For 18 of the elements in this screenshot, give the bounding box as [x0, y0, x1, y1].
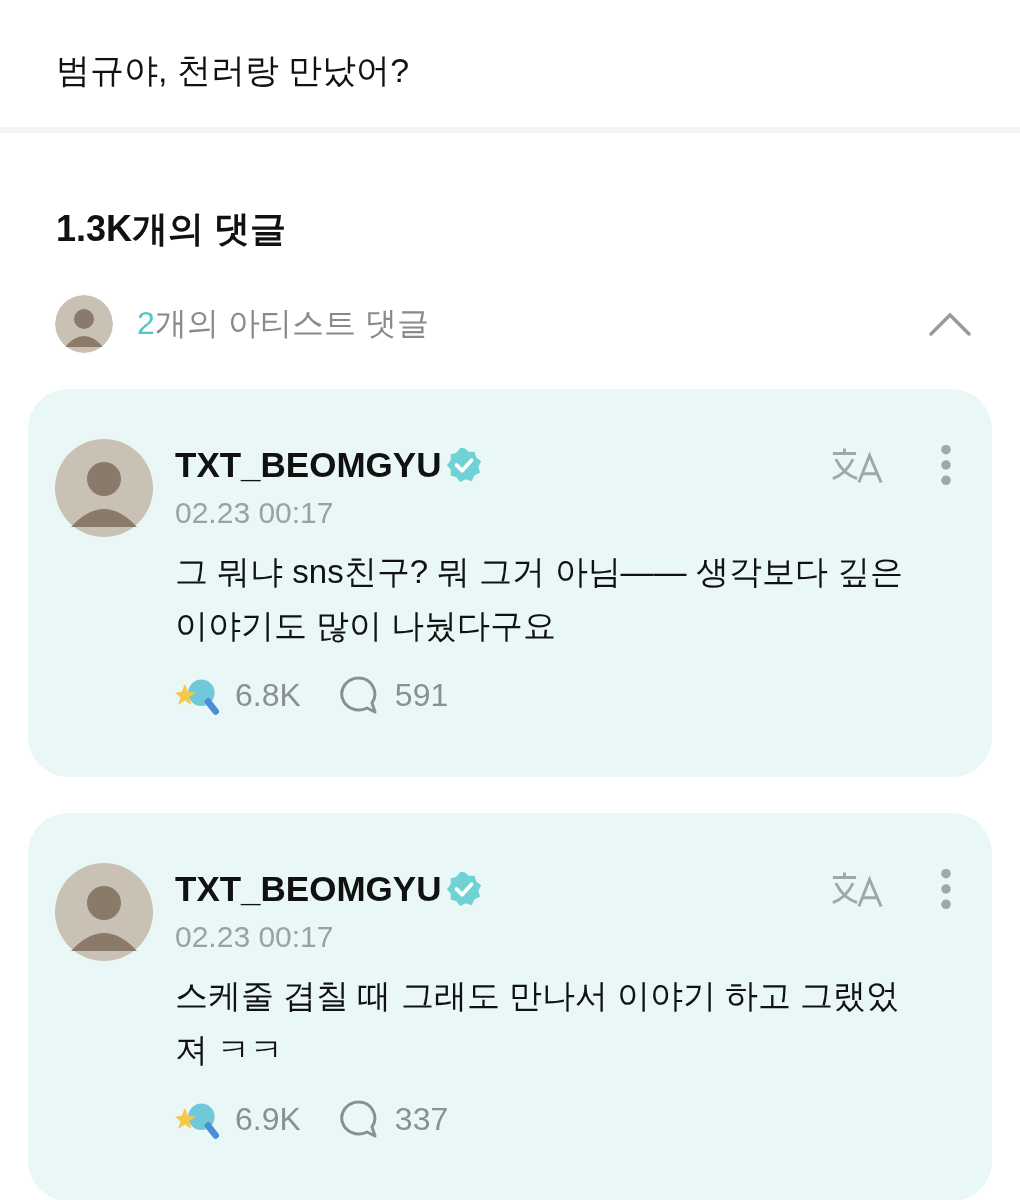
comment-bubble-icon[interactable] — [338, 675, 379, 715]
comment-text: 그 뭐냐 sns친구? 뭐 그거 아님—— 생각보다 깊은 이야기도 많이 나눴다구요 — [175, 552, 904, 646]
reply-count: 591 — [394, 676, 449, 714]
post-text: 범규야, 천러랑 만났어? — [56, 51, 410, 89]
comment-bubble-icon[interactable] — [338, 1099, 379, 1139]
like-count: 6.8K — [235, 676, 301, 714]
author-name[interactable]: TXT_BEOMGYU — [175, 443, 442, 487]
author-name[interactable]: TXT_BEOMGYU — [175, 867, 442, 911]
more-icon[interactable] — [940, 444, 952, 486]
comments-heading: 1.3K개의 댓글 — [56, 207, 287, 251]
more-icon[interactable] — [940, 868, 952, 910]
comment-time: 02.23 00:17 — [175, 919, 334, 955]
avatar — [55, 295, 113, 353]
comment-time: 02.23 00:17 — [175, 495, 334, 531]
like-count: 6.9K — [235, 1100, 301, 1138]
reply-count: 337 — [394, 1100, 449, 1138]
chevron-icon[interactable] — [928, 311, 972, 337]
comment-text: 스케줄 겹칠 때 그래도 만나서 이야기 하고 그랬었져 ㅋㅋ — [175, 976, 901, 1070]
